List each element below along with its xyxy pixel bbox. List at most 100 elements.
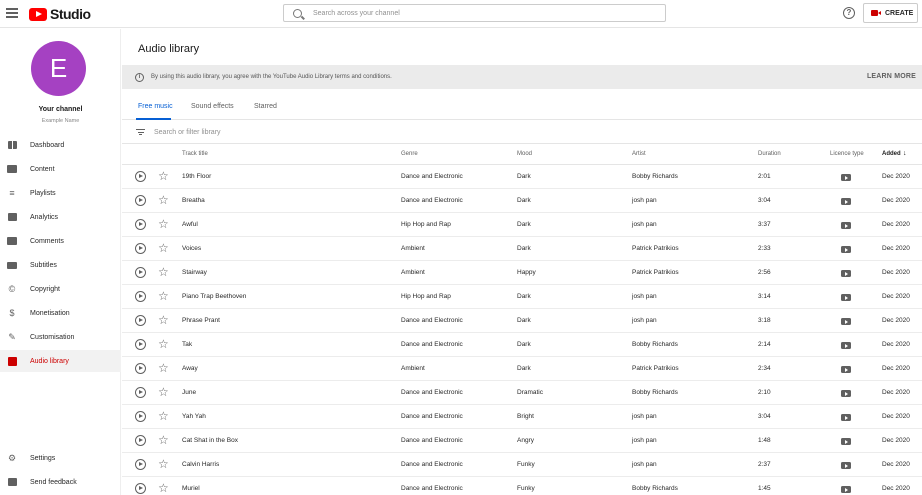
table-row[interactable]: ☆ Muriel Dance and Electronic Funky Bobby Ri… (122, 477, 922, 495)
play-icon[interactable] (135, 387, 146, 398)
star-icon[interactable]: ☆ (158, 290, 169, 302)
play-icon[interactable] (135, 435, 146, 446)
table-row[interactable]: ☆ Stairway Ambient Happy Patrick Patrikios 2:… (122, 261, 922, 285)
youtube-licence-icon (841, 438, 851, 445)
play-icon[interactable] (135, 243, 146, 254)
play-icon[interactable] (135, 219, 146, 230)
youtube-licence-icon (841, 174, 851, 181)
table-row[interactable]: ☆ Away Ambient Dark Patrick Patrikios 2:34 Dec… (122, 357, 922, 381)
play-icon[interactable] (135, 339, 146, 350)
play-icon[interactable] (135, 363, 146, 374)
table-row[interactable]: ☆ Yah Yah Dance and Electronic Bright josh p… (122, 405, 922, 429)
help-icon[interactable]: ? (843, 7, 855, 19)
tab-free-music[interactable]: Free music (138, 103, 173, 110)
track-added: Dec 2020 (882, 365, 910, 372)
search-input[interactable]: Search across your channel (283, 4, 666, 22)
sidebar-item-copyright[interactable]: © Copyright (0, 278, 121, 300)
sidebar-item-customisation[interactable]: ✎ Customisation (0, 326, 121, 348)
sidebar-item-playlists[interactable]: ≡ Playlists (0, 182, 121, 204)
sidebar-item-monetisation[interactable]: $ Monetisation (0, 302, 121, 324)
column-added[interactable]: Added (882, 151, 901, 157)
page-title: Audio library (138, 43, 200, 55)
play-icon[interactable] (135, 195, 146, 206)
column-genre[interactable]: Genre (401, 151, 418, 157)
sidebar-item-label: Settings (30, 454, 56, 462)
track-genre: Ambient (401, 365, 425, 372)
sidebar-item-subtitles[interactable]: Subtitles (0, 254, 121, 276)
learn-more-button[interactable]: LEARN MORE (867, 73, 916, 80)
sidebar-item-dashboard[interactable]: Dashboard (0, 134, 121, 156)
star-icon[interactable]: ☆ (158, 194, 169, 206)
track-genre: Dance and Electronic (401, 437, 463, 444)
youtube-licence-icon (841, 390, 851, 397)
tab-starred[interactable]: Starred (254, 103, 277, 110)
track-mood: Dark (517, 341, 531, 348)
column-track-title[interactable]: Track title (182, 151, 208, 157)
track-genre: Dance and Electronic (401, 461, 463, 468)
top-bar: Studio Search across your channel ? CREA… (0, 0, 922, 28)
track-mood: Dark (517, 365, 531, 372)
star-icon[interactable]: ☆ (158, 482, 169, 494)
column-duration[interactable]: Duration (758, 151, 781, 157)
star-icon[interactable]: ☆ (158, 338, 169, 350)
table-row[interactable]: ☆ 19th Floor Dance and Electronic Dark Bobby… (122, 165, 922, 189)
star-icon[interactable]: ☆ (158, 386, 169, 398)
play-icon[interactable] (135, 315, 146, 326)
star-icon[interactable]: ☆ (158, 218, 169, 230)
avatar[interactable]: E (31, 41, 86, 96)
play-icon[interactable] (135, 171, 146, 182)
sidebar-item-content[interactable]: Content (0, 158, 121, 180)
sidebar-item-label: Comments (30, 237, 64, 245)
table-row[interactable]: ☆ Calvin Harris Dance and Electronic Funky j… (122, 453, 922, 477)
star-icon[interactable]: ☆ (158, 362, 169, 374)
star-icon[interactable]: ☆ (158, 314, 169, 326)
search-icon (293, 8, 302, 18)
play-icon[interactable] (135, 267, 146, 278)
track-mood: Happy (517, 269, 536, 276)
table-row[interactable]: ☆ Voices Ambient Dark Patrick Patrikios 2:33 D… (122, 237, 922, 261)
sidebar-item-settings[interactable]: ⚙ Settings (0, 447, 121, 469)
table-row[interactable]: ☆ Tak Dance and Electronic Dark Bobby Richar… (122, 333, 922, 357)
track-title: Calvin Harris (182, 461, 220, 468)
sidebar-item-comments[interactable]: Comments (0, 230, 121, 252)
column-artist[interactable]: Artist (632, 151, 646, 157)
play-icon[interactable] (135, 291, 146, 302)
star-icon[interactable]: ☆ (158, 410, 169, 422)
column-licence-type[interactable]: Licence type (830, 151, 864, 157)
sidebar-item-label: Monetisation (30, 309, 70, 317)
track-duration: 3:04 (758, 197, 771, 204)
tab-sound-effects[interactable]: Sound effects (191, 103, 234, 110)
studio-logo[interactable]: Studio (29, 6, 91, 22)
star-icon[interactable]: ☆ (158, 458, 169, 470)
youtube-licence-icon (841, 462, 851, 469)
track-mood: Dark (517, 293, 531, 300)
track-duration: 3:04 (758, 413, 771, 420)
star-icon[interactable]: ☆ (158, 170, 169, 182)
star-icon[interactable]: ☆ (158, 434, 169, 446)
star-icon[interactable]: ☆ (158, 266, 169, 278)
menu-icon[interactable] (6, 8, 18, 18)
filter-input[interactable]: Search or filter library (154, 129, 221, 136)
play-icon[interactable] (135, 459, 146, 470)
sidebar-item-analytics[interactable]: Analytics (0, 206, 121, 228)
track-title: Away (182, 365, 198, 372)
sidebar-item-audio-library[interactable]: Audio library (0, 350, 121, 372)
create-button[interactable]: CREATE (863, 3, 918, 23)
filter-bar[interactable]: Search or filter library (122, 121, 922, 144)
column-mood[interactable]: Mood (517, 151, 532, 157)
table-row[interactable]: ☆ Breatha Dance and Electronic Dark josh pan… (122, 189, 922, 213)
table-row[interactable]: ☆ Phrase Prant Dance and Electronic Dark jos… (122, 309, 922, 333)
table-row[interactable]: ☆ Piano Trap Beethoven Hip Hop and Rap Dark… (122, 285, 922, 309)
star-icon[interactable]: ☆ (158, 242, 169, 254)
sidebar-item-send-feedback[interactable]: Send feedback (0, 471, 121, 493)
sidebar-item-label: Analytics (30, 213, 59, 221)
table-row[interactable]: ☆ Awful Hip Hop and Rap Dark josh pan 3:37 Dec… (122, 213, 922, 237)
table-row[interactable]: ☆ Cat Shat in the Box Dance and Electronic… (122, 429, 922, 453)
play-icon[interactable] (135, 483, 146, 494)
play-icon[interactable] (135, 411, 146, 422)
sidebar-item-label: Playlists (30, 189, 56, 197)
table-row[interactable]: ☆ June Dance and Electronic Dramatic Bobby R… (122, 381, 922, 405)
sort-arrow-icon[interactable]: ↓ (903, 150, 907, 157)
youtube-licence-icon (841, 366, 851, 373)
filter-icon[interactable] (136, 128, 145, 137)
